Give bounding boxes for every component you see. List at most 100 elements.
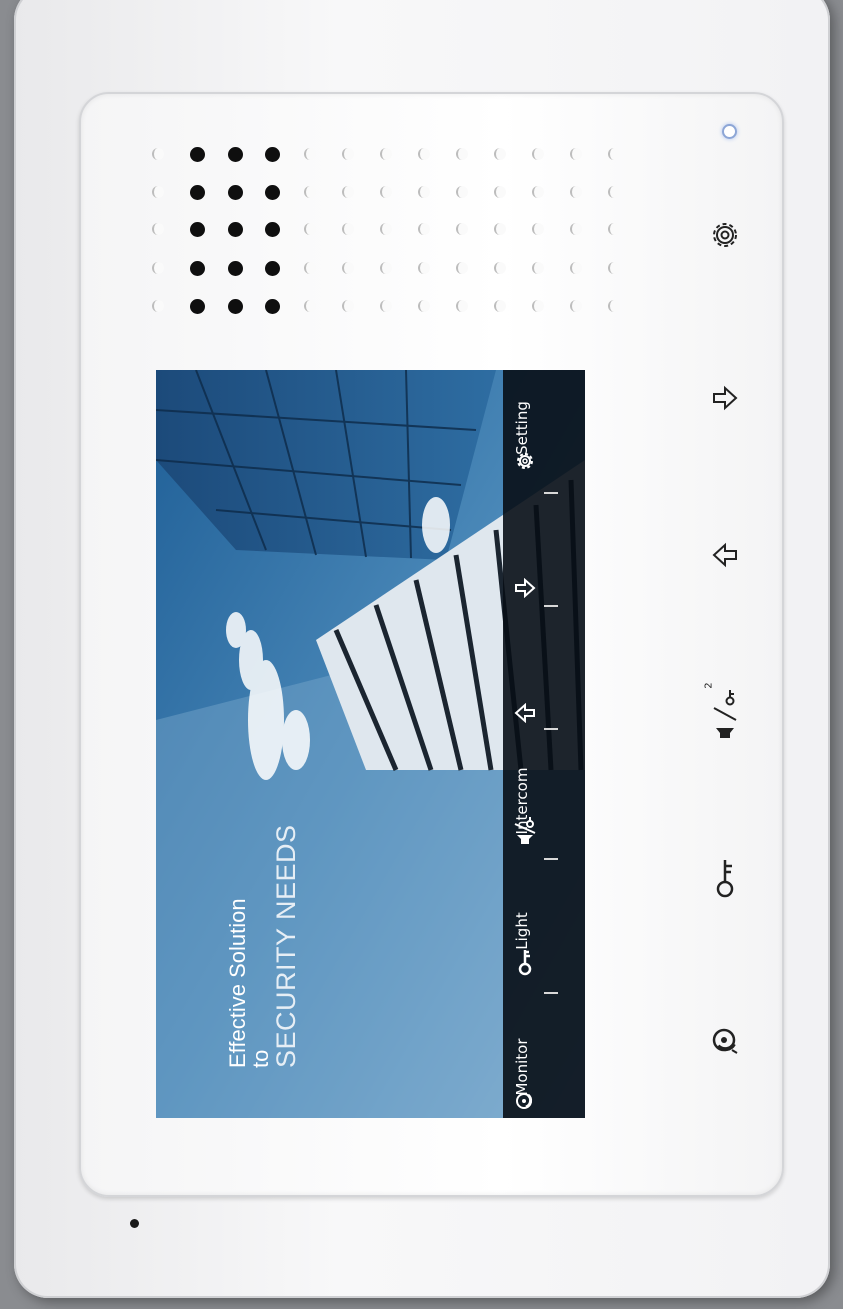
menu-separator <box>544 605 558 607</box>
speaker-hole <box>190 147 205 162</box>
unlock-button[interactable] <box>700 853 750 903</box>
menu-separator <box>544 992 558 994</box>
intercom-icon <box>514 756 565 846</box>
speaker-hole <box>380 300 392 312</box>
speaker-hole <box>608 148 620 160</box>
speaker-hole <box>190 299 205 314</box>
speaker-hole <box>380 262 392 274</box>
settings-button[interactable] <box>700 210 750 260</box>
arrow-down-icon <box>515 508 565 598</box>
key-icon <box>710 856 740 900</box>
speaker-hole <box>380 223 392 235</box>
speaker-hole <box>570 223 582 235</box>
speaker-hole <box>228 261 243 276</box>
speaker-hole <box>418 186 430 198</box>
speaker-hole <box>494 262 506 274</box>
speaker-hole <box>456 223 468 235</box>
tagline-line-2: to <box>248 1049 274 1068</box>
intercom-key-2-icon <box>708 682 742 748</box>
arrow-up-icon <box>514 633 565 723</box>
speaker-hole <box>418 223 430 235</box>
speaker-hole <box>494 300 506 312</box>
speaker-hole <box>570 300 582 312</box>
speaker-hole <box>265 222 280 237</box>
menu-separator <box>544 492 558 494</box>
speaker-hole <box>456 262 468 274</box>
speaker-hole <box>304 262 316 274</box>
speaker-hole <box>304 300 316 312</box>
speaker-hole <box>228 147 243 162</box>
intercom-unlock-button[interactable]: 2 <box>700 680 750 750</box>
gear-icon <box>517 383 565 473</box>
speaker-hole <box>608 223 620 235</box>
speaker-hole <box>152 148 164 160</box>
screen-overlay: Effective Solution to SECURITY NEEDS Mon… <box>156 370 585 1118</box>
microphone-hole <box>130 1219 139 1228</box>
speaker-hole <box>304 148 316 160</box>
screen-menu-bar: Monitor Light Intercom Setting <box>503 370 585 1118</box>
menu-separator <box>544 728 558 730</box>
speaker-hole <box>418 148 430 160</box>
speaker-hole <box>570 262 582 274</box>
speaker-hole <box>532 223 544 235</box>
monitor-icon <box>708 1024 742 1058</box>
menu-separator <box>544 858 558 860</box>
speaker-hole <box>228 185 243 200</box>
speaker-hole <box>570 148 582 160</box>
key-icon <box>518 886 565 976</box>
menu-item-light[interactable]: Light <box>513 886 565 976</box>
next-button[interactable] <box>700 373 750 423</box>
tagline: Effective Solution to SECURITY NEEDS <box>225 824 302 1068</box>
menu-item-intercom[interactable]: Intercom <box>513 756 565 846</box>
speaker-hole <box>190 185 205 200</box>
speaker-hole <box>152 262 164 274</box>
speaker-hole <box>494 148 506 160</box>
speaker-hole <box>532 186 544 198</box>
speaker-hole <box>342 148 354 160</box>
speaker-hole <box>380 186 392 198</box>
menu-item-down[interactable] <box>513 508 565 598</box>
speaker-hole <box>532 300 544 312</box>
previous-button[interactable] <box>700 530 750 580</box>
speaker-hole <box>418 262 430 274</box>
speaker-hole <box>342 186 354 198</box>
speaker-hole <box>456 300 468 312</box>
arrow-right-icon <box>710 383 740 413</box>
gear-icon <box>708 218 742 252</box>
speaker-hole <box>494 186 506 198</box>
tagline-line-3: SECURITY NEEDS <box>271 824 302 1068</box>
speaker-hole <box>304 186 316 198</box>
speaker-hole <box>608 186 620 198</box>
speaker-hole <box>570 186 582 198</box>
speaker-hole <box>342 300 354 312</box>
status-led <box>722 124 737 139</box>
speaker-hole <box>456 148 468 160</box>
speaker-hole <box>265 299 280 314</box>
speaker-hole <box>342 223 354 235</box>
display-screen: Effective Solution to SECURITY NEEDS Mon… <box>156 370 585 1118</box>
speaker-hole <box>608 262 620 274</box>
speaker-hole <box>152 300 164 312</box>
speaker-hole <box>418 300 430 312</box>
speaker-hole <box>228 222 243 237</box>
speaker-hole <box>152 186 164 198</box>
intercom-key-number: 2 <box>703 682 715 689</box>
menu-item-up[interactable] <box>513 633 565 723</box>
speaker-hole <box>190 261 205 276</box>
menu-item-monitor[interactable]: Monitor <box>513 1022 565 1112</box>
speaker-hole <box>265 261 280 276</box>
menu-item-setting[interactable]: Setting <box>513 383 565 473</box>
speaker-hole <box>304 223 316 235</box>
monitor-icon <box>516 1022 565 1112</box>
speaker-hole <box>190 222 205 237</box>
speaker-hole <box>228 299 243 314</box>
speaker-hole <box>342 262 354 274</box>
speaker-hole <box>494 223 506 235</box>
speaker-hole <box>456 186 468 198</box>
speaker-hole <box>608 300 620 312</box>
speaker-hole <box>265 185 280 200</box>
speaker-hole <box>380 148 392 160</box>
speaker-hole <box>152 223 164 235</box>
speaker-hole <box>532 262 544 274</box>
monitor-button[interactable] <box>700 1016 750 1066</box>
